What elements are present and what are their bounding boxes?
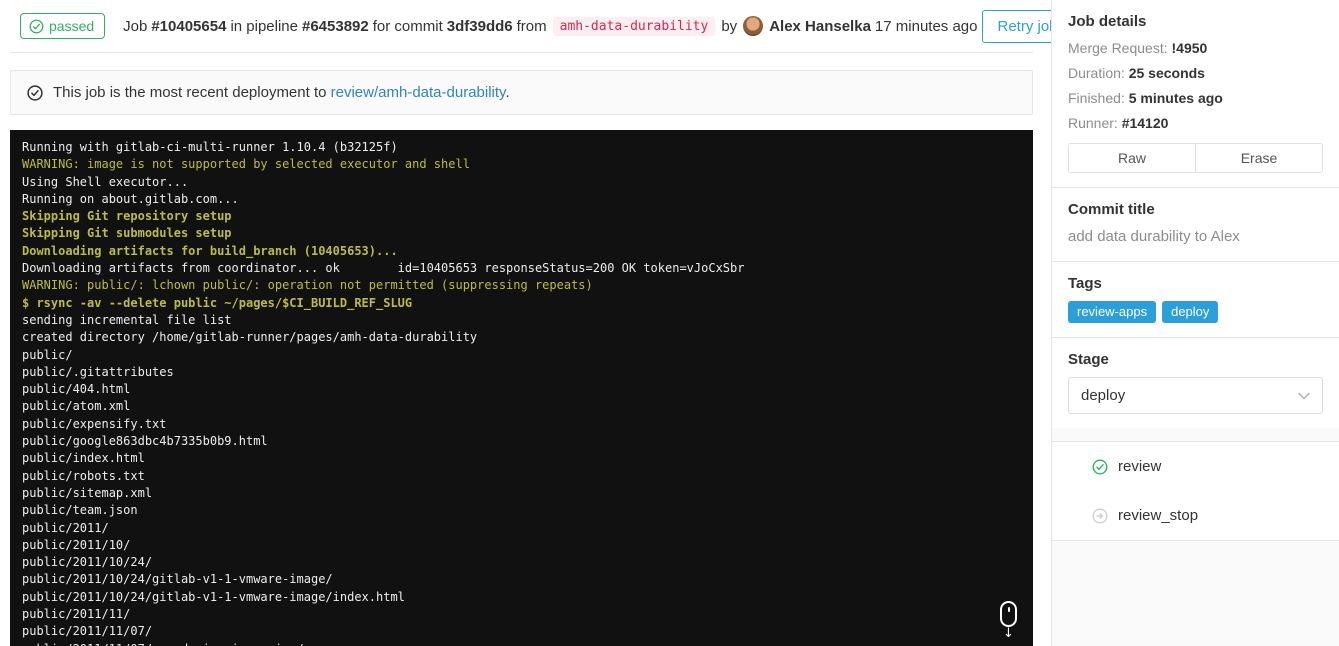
log-line: public/2011/10/24/ [22,555,153,570]
erase-button[interactable]: Erase [1195,143,1323,173]
log-line: Downloading artifacts from coordinator..… [22,261,745,276]
build-row-review_stop[interactable]: review_stop [1052,491,1339,540]
tag-badge-review-apps[interactable]: review-apps [1068,301,1157,323]
job-detail-row: Finished: 5 minutes ago [1068,90,1223,106]
stage-builds-area: review review_stop [1052,428,1339,646]
job-details-title: Job details [1068,13,1147,30]
pipeline-id-link[interactable]: #6453892 [302,18,369,35]
job-label: Job [123,17,148,35]
status-badge-passed[interactable]: passed [20,13,106,39]
for-commit-label: for commit [372,17,443,35]
log-line: Using Shell executor... [22,174,189,189]
build-trace-terminal[interactable]: Running with gitlab-ci-multi-runner 1.10… [10,130,1033,646]
log-line: public/.gitattributes [22,364,174,379]
banner-text-after: . [505,84,510,101]
tags-heading: Tags [1068,275,1102,292]
check-circle-icon [1092,458,1108,475]
job-detail-row: Duration: 25 seconds [1068,65,1205,81]
log-line: Running with gitlab-ci-multi-runner 1.10… [22,140,398,154]
log-line: public/404.html [22,382,131,397]
job-details-section: Job details Merge Request: !4950 Duration… [1052,0,1339,187]
log-line: $ rsync -av --delete public ~/pages/$CI_… [22,295,413,310]
log-line: public/2011/11/07/new-design-is-coming/ [22,641,1021,646]
tags-list: review-apps deploy [1068,301,1323,323]
log-line: WARNING: public/: lchown public/: operat… [22,278,593,293]
log-line: Running on about.gitlab.com... [22,191,239,206]
chevron-down-icon [1298,392,1310,400]
check-circle-icon [27,84,43,101]
log-line: public/2011/10/24/gitlab-v1-1-vmware-ima… [22,572,333,587]
status-label: passed [49,18,95,34]
mouse-scroll-icon [1000,601,1017,627]
commit-title-section: Commit title add data durability to Alex [1052,187,1339,261]
build-name: review_stop [1118,507,1199,524]
log-line: Skipping Git repository setup [22,209,232,224]
log-lines: Running with gitlab-ci-multi-runner 1.10… [22,139,1021,646]
in-pipeline-label: in pipeline [230,17,298,35]
log-line: public/ [22,347,73,362]
banner-text-before: This job is the most recent deployment t… [53,84,327,101]
raw-button[interactable]: Raw [1068,143,1196,173]
author-avatar[interactable] [743,16,764,36]
builds-list: review review_stop [1052,441,1339,541]
log-line: created directory /home/gitlab-runner/pa… [22,330,478,345]
job-info: Job #10405654 in pipeline #6453892 for c… [123,16,981,36]
build-row-review[interactable]: review [1052,442,1339,491]
stage-section: Stage deploy [1052,337,1339,428]
commit-title-text: add data durability to Alex [1068,228,1240,245]
trace-buttons: Raw Erase [1068,143,1323,173]
author-name-link[interactable]: Alex Hanselka [769,18,871,35]
log-line: public/2011/11/07/ [22,624,153,639]
log-line: public/atom.xml [22,399,131,414]
scroll-down-button[interactable]: ↓ [1000,601,1017,640]
stage-heading: Stage [1068,351,1109,368]
job-detail-rows: Merge Request: !4950 Duration: 25 seconds… [1068,39,1323,132]
stage-dropdown[interactable]: deploy [1068,377,1323,414]
check-circle-icon [29,19,44,34]
log-line: public/robots.txt [22,468,145,483]
arrow-down-icon: ↓ [1003,626,1014,641]
build-name: review [1118,458,1162,475]
log-line: public/2011/10/ [22,537,131,552]
log-line: public/2011/10/24/gitlab-v1-1-vmware-ima… [22,589,405,604]
log-line: public/team.json [22,503,138,518]
deployment-banner: This job is the most recent deployment t… [10,70,1033,115]
commit-title-heading: Commit title [1068,201,1155,218]
time-ago: 17 minutes ago [874,17,978,35]
job-sidebar: Job details Merge Request: !4950 Duration… [1051,0,1339,646]
tags-section: Tags review-apps deploy [1052,261,1339,337]
log-line: Downloading artifacts for build_branch (… [22,243,398,258]
log-line: public/expensify.txt [22,416,167,431]
job-header: passed Job #10405654 in pipeline #645389… [10,0,1074,53]
log-line: sending incremental file list [22,312,232,327]
log-line: public/2011/11/ [22,607,131,622]
log-line: WARNING: image is not supported by selec… [22,157,470,172]
main-column: passed Job #10405654 in pipeline #645389… [0,0,1074,646]
log-line: public/index.html [22,451,145,466]
from-label: from [516,17,547,35]
stage-selected-value: deploy [1081,387,1126,404]
job-page: passed Job #10405654 in pipeline #645389… [0,0,1339,646]
by-label: by [721,17,738,35]
log-line: Skipping Git submodules setup [22,226,232,241]
commit-sha-link[interactable]: 3df39dd6 [447,18,513,35]
arrow-right-circle-icon [1092,507,1108,524]
tag-badge-deploy[interactable]: deploy [1162,301,1219,323]
log-line: public/google863dbc4b7335b0b9.html [22,434,268,449]
job-id-link[interactable]: #10405654 [151,18,226,35]
banner-text: This job is the most recent deployment t… [53,84,510,101]
log-line: public/2011/ [22,520,109,535]
log-line: public/sitemap.xml [22,485,153,500]
job-detail-row: Runner: #14120 [1068,115,1169,131]
job-detail-row: Merge Request: !4950 [1068,40,1208,56]
branch-badge[interactable]: amh-data-durability [552,16,716,36]
environment-link[interactable]: review/amh-data-durability [331,84,506,101]
